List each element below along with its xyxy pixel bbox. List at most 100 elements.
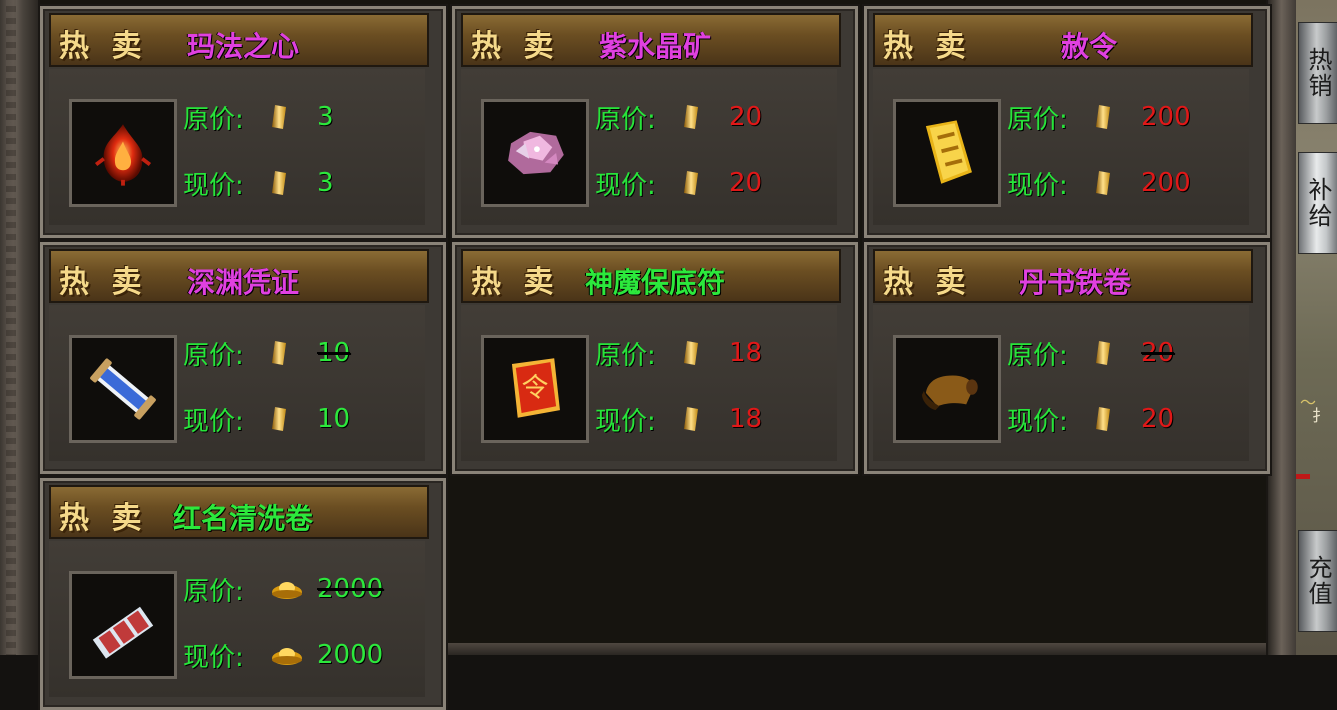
current-price-value: 10 [317, 404, 351, 434]
original-price-row: 原价: 20 [595, 99, 762, 135]
fire-heart-icon [75, 105, 171, 205]
talisman-icon: 令 [487, 341, 583, 441]
hot-sale-label: 热 卖 [471, 29, 560, 64]
card-body: 原价: 20 现价: 20 [873, 305, 1249, 461]
original-price-label: 原价: [595, 340, 656, 371]
svg-text:令: 令 [522, 373, 549, 404]
item-icon-slot[interactable]: 令 [481, 335, 589, 443]
shop-item-card[interactable]: 热 卖 丹书铁卷原价: 20 现价: 20 [864, 242, 1270, 474]
current-price-row: 现价: 3 [183, 165, 334, 201]
amethyst-ore-icon [487, 105, 583, 205]
current-price-label: 现价: [183, 170, 244, 201]
item-name: 赦令 [1061, 30, 1118, 63]
card-body: 原价: 200 现价: 200 [873, 69, 1249, 225]
original-price-value: 200 [1141, 102, 1191, 132]
original-price-row: 原价: 10 [183, 335, 350, 371]
original-price-label: 原价: [1007, 104, 1068, 135]
hot-sale-label: 热 卖 [59, 265, 148, 300]
hot-sale-label: 热 卖 [883, 265, 972, 300]
gold-coin-icon [1096, 105, 1110, 129]
item-name: 紫水晶矿 [599, 30, 712, 63]
item-icon-slot[interactable] [69, 335, 177, 443]
gold-coin-icon [272, 341, 286, 365]
item-name: 神魔保底符 [585, 266, 726, 299]
gold-coin-icon [1096, 341, 1110, 365]
current-price-value: 3 [317, 168, 334, 198]
original-price-value: 20 [1141, 338, 1175, 368]
tab-recharge[interactable]: 充值 [1298, 530, 1337, 632]
card-header: 热 卖 赦令 [873, 13, 1253, 67]
item-icon-slot[interactable] [893, 99, 1001, 207]
original-price-label: 原价: [183, 104, 244, 135]
card-body: 令 原价: 18 现价: 18 [461, 305, 837, 461]
gold-coin-icon [684, 171, 698, 195]
current-price-label: 现价: [1007, 406, 1068, 437]
current-price-value: 200 [1141, 168, 1191, 198]
gold-coin-icon [272, 105, 286, 129]
shop-item-card[interactable]: 热 卖红名清洗卷原价: 2000 现价: 2000 [40, 478, 446, 710]
scene-red-mark [1296, 474, 1310, 479]
left-frame [0, 0, 40, 655]
gold-ingot-icon [272, 582, 302, 599]
iron-scroll-icon [899, 341, 995, 441]
original-price-label: 原价: [595, 104, 656, 135]
hot-sale-label: 热 卖 [59, 501, 148, 536]
shop-item-card[interactable]: 热 卖 紫水晶矿原价: 20 现价: 20 [452, 6, 858, 238]
original-price-label: 原价: [183, 340, 244, 371]
current-price-row: 现价: 20 [595, 165, 762, 201]
current-price-row: 现价: 18 [595, 401, 762, 437]
gold-ingot-icon [272, 648, 302, 665]
gold-coin-icon [272, 407, 286, 431]
original-price-label: 原价: [183, 576, 244, 607]
current-price-row: 现价: 200 [1007, 165, 1191, 201]
current-price-row: 现价: 2000 [183, 637, 383, 673]
original-price-value: 20 [729, 102, 763, 132]
item-name: 红名清洗卷 [173, 502, 314, 535]
pardon-scroll-icon [899, 105, 995, 205]
card-header: 热 卖 深渊凭证 [49, 249, 429, 303]
card-header: 热 卖 紫水晶矿 [461, 13, 841, 67]
item-name: 玛法之心 [187, 30, 300, 63]
original-price-row: 原价: 200 [1007, 99, 1191, 135]
current-price-value: 2000 [317, 640, 384, 670]
original-price-value: 2000 [317, 574, 384, 604]
current-price-row: 现价: 10 [183, 401, 350, 437]
scene-decoration-2: 扌 [1312, 406, 1329, 425]
card-body: 原价: 10 现价: 10 [49, 305, 425, 461]
original-price-label: 原价: [1007, 340, 1068, 371]
original-price-row: 原价: 2000 [183, 571, 383, 607]
current-price-row: 现价: 20 [1007, 401, 1174, 437]
tab-supplies[interactable]: 补给 [1298, 152, 1337, 254]
card-header: 热 卖红名清洗卷 [49, 485, 429, 539]
item-name: 深渊凭证 [187, 266, 300, 299]
original-price-row: 原价: 18 [595, 335, 762, 371]
shop-item-card[interactable]: 热 卖神魔保底符令 原价: 18 现价: 18 [452, 242, 858, 474]
gold-coin-icon [684, 105, 698, 129]
abyss-voucher-icon [75, 341, 171, 441]
hot-sale-label: 热 卖 [59, 29, 148, 64]
gold-coin-icon [1096, 407, 1110, 431]
current-price-value: 20 [1141, 404, 1175, 434]
gold-coin-icon [1096, 171, 1110, 195]
shop-item-card[interactable]: 热 卖 玛法之心原价: 3 现价: 3 [40, 6, 446, 238]
right-frame [1266, 0, 1298, 655]
item-icon-slot[interactable] [893, 335, 1001, 443]
tab-hot-sale[interactable]: 热销 [1298, 22, 1337, 124]
item-name: 丹书铁卷 [1019, 266, 1132, 299]
item-icon-slot[interactable] [481, 99, 589, 207]
card-header: 热 卖 丹书铁卷 [873, 249, 1253, 303]
hot-sale-label: 热 卖 [471, 265, 560, 300]
item-icon-slot[interactable] [69, 99, 177, 207]
item-icon-slot[interactable] [69, 571, 177, 679]
shop-item-card[interactable]: 热 卖 赦令 原价: 200 现价: 200 [864, 6, 1270, 238]
current-price-label: 现价: [183, 406, 244, 437]
card-body: 原价: 2000 现价: 2000 [49, 541, 425, 697]
card-header: 热 卖神魔保底符 [461, 249, 841, 303]
current-price-value: 18 [729, 404, 763, 434]
shop-item-card[interactable]: 热 卖 深渊凭证 原价: 10 现价: 10 [40, 242, 446, 474]
gold-coin-icon [272, 171, 286, 195]
gold-coin-icon [684, 341, 698, 365]
current-price-label: 现价: [183, 642, 244, 673]
hot-sale-label: 热 卖 [883, 29, 972, 64]
current-price-label: 现价: [595, 406, 656, 437]
